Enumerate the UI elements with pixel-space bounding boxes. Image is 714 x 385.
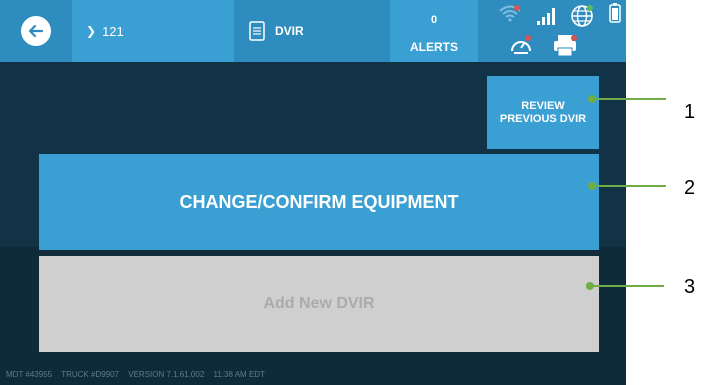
chevron-right-icon: ❯ bbox=[86, 24, 97, 38]
tab-dvir-label: DVIR bbox=[275, 24, 304, 38]
breadcrumb[interactable]: ❯ 121 bbox=[72, 0, 234, 62]
change-confirm-equipment-button[interactable]: CHANGE/CONFIRM EQUIPMENT bbox=[39, 154, 599, 250]
callout-line-3 bbox=[590, 285, 664, 287]
version-text: VERSION 7.1.61.002 bbox=[128, 370, 205, 379]
dashboard-icon bbox=[511, 35, 531, 54]
callout-line-1 bbox=[592, 98, 666, 100]
globe-icon bbox=[571, 5, 593, 27]
battery-icon bbox=[609, 3, 621, 23]
printer-icon bbox=[554, 35, 577, 57]
back-button[interactable] bbox=[21, 16, 51, 46]
top-bar: ❯ 121 DVIR 0 ALERTS bbox=[0, 0, 626, 62]
signal-bars-icon bbox=[537, 8, 555, 25]
alerts-button[interactable]: 0 ALERTS bbox=[390, 0, 478, 62]
review-previous-dvir-button[interactable]: REVIEW PREVIOUS DVIR bbox=[487, 76, 599, 149]
tab-dvir[interactable]: DVIR bbox=[234, 0, 390, 62]
back-area[interactable] bbox=[0, 0, 72, 62]
wifi-icon bbox=[499, 5, 521, 22]
device-screen: ❯ 121 DVIR 0 ALERTS REVIEW PREVIOUS DVIR… bbox=[0, 0, 626, 385]
back-arrow-icon bbox=[28, 24, 44, 38]
truck-number: TRUCK #D9907 bbox=[61, 370, 119, 379]
alerts-label: ALERTS bbox=[410, 40, 458, 54]
document-icon bbox=[249, 21, 265, 41]
callout-line-2 bbox=[592, 185, 666, 187]
callout-number-1: 1 bbox=[684, 101, 696, 123]
callout-number-2: 2 bbox=[684, 177, 696, 199]
status-icons bbox=[478, 0, 626, 62]
callout-number-3: 3 bbox=[684, 276, 696, 298]
time-text: 11:38 AM EDT bbox=[213, 370, 265, 379]
breadcrumb-label: 121 bbox=[102, 23, 124, 39]
mdt-number: MDT #43955 bbox=[6, 370, 53, 379]
alerts-count: 0 bbox=[430, 14, 438, 26]
add-new-dvir-button[interactable]: Add New DVIR bbox=[39, 256, 599, 352]
status-footer: MDT #43955 TRUCK #D9907 VERSION 7.1.61.0… bbox=[6, 370, 272, 379]
